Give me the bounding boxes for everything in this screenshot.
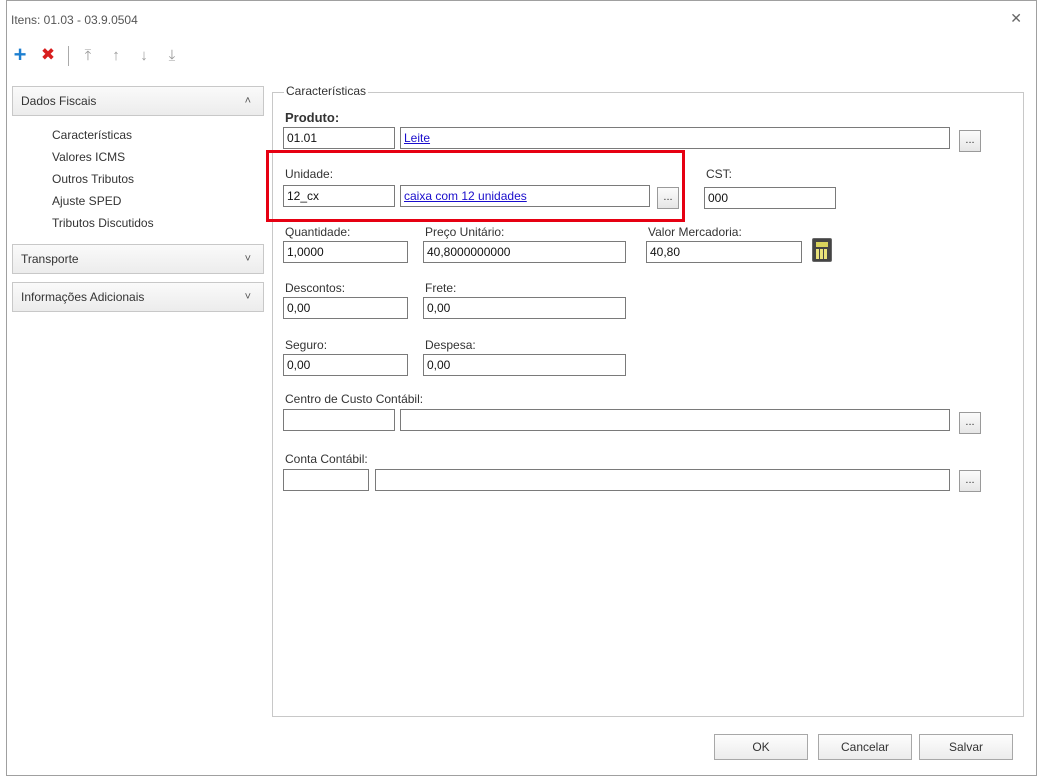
save-button[interactable]: Salvar xyxy=(919,734,1013,760)
quantidade-label: Quantidade: xyxy=(285,225,351,239)
accordion-transporte[interactable]: Transporte ˅ xyxy=(12,244,264,274)
calculator-keys xyxy=(816,249,828,259)
unidade-highlight-box xyxy=(266,150,685,222)
descontos-label: Descontos: xyxy=(285,281,346,295)
dados-fiscais-items: Características Valores ICMS Outros Trib… xyxy=(52,124,264,234)
calculator-screen xyxy=(816,242,828,247)
valor-mercadoria-label: Valor Mercadoria: xyxy=(648,225,742,239)
cst-label: CST: xyxy=(706,167,733,181)
sidebar-item-tributos-discutidos[interactable]: Tributos Discutidos xyxy=(52,212,264,234)
quantidade-input[interactable]: 1,0000 xyxy=(283,241,408,263)
sidebar-item-caracteristicas[interactable]: Características xyxy=(52,124,264,146)
move-bottom-button[interactable]: ⤓ xyxy=(162,44,182,66)
chevron-up-icon: ˄ xyxy=(244,95,251,107)
conta-contabil-code-input[interactable] xyxy=(283,469,369,491)
produto-lookup-button[interactable]: ... xyxy=(959,130,981,152)
centro-custo-label: Centro de Custo Contábil: xyxy=(285,392,424,406)
accordion-label: Dados Fiscais xyxy=(21,94,97,108)
sidebar-item-outros-tributos[interactable]: Outros Tributos xyxy=(52,168,264,190)
produto-label: Produto: xyxy=(285,110,340,125)
centro-custo-desc-input[interactable] xyxy=(400,409,950,431)
preco-unitario-input[interactable]: 40,8000000000 xyxy=(423,241,626,263)
arrow-up-icon: ↑ xyxy=(112,46,120,64)
produto-desc-link[interactable]: Leite xyxy=(400,127,950,149)
accordion-dados-fiscais[interactable]: Dados Fiscais ˄ xyxy=(12,86,264,116)
delete-button[interactable]: ✖ xyxy=(38,44,58,66)
sidebar-item-ajuste-sped[interactable]: Ajuste SPED xyxy=(52,190,264,212)
plus-icon: + xyxy=(13,42,27,67)
move-down-button[interactable]: ↓ xyxy=(134,44,154,66)
window-title: Itens: 01.03 - 03.9.0504 xyxy=(11,13,138,27)
conta-contabil-desc-input[interactable] xyxy=(375,469,950,491)
sidebar-item-valores-icms[interactable]: Valores ICMS xyxy=(52,146,264,168)
ok-button[interactable]: OK xyxy=(714,734,808,760)
seguro-label: Seguro: xyxy=(285,338,328,352)
arrow-down-icon: ↓ xyxy=(140,46,148,64)
frete-input[interactable]: 0,00 xyxy=(423,297,626,319)
despesa-label: Despesa: xyxy=(425,338,476,352)
close-icon[interactable]: ✕ xyxy=(1010,10,1022,27)
accordion-informacoes-adicionais[interactable]: Informações Adicionais ˅ xyxy=(12,282,264,312)
cancel-button[interactable]: Cancelar xyxy=(818,734,912,760)
accordion-label: Informações Adicionais xyxy=(21,290,145,304)
title-bar: Itens: 01.03 - 03.9.0504 ✕ xyxy=(7,1,1036,39)
arrow-bottom-icon: ⤓ xyxy=(168,46,176,64)
cst-input[interactable]: 000 xyxy=(704,187,836,209)
move-top-button[interactable]: ⤒ xyxy=(78,44,98,66)
add-button[interactable]: + xyxy=(10,44,30,66)
valor-mercadoria-input[interactable]: 40,80 xyxy=(646,241,802,263)
chevron-down-icon: ˅ xyxy=(244,291,251,303)
seguro-input[interactable]: 0,00 xyxy=(283,354,408,376)
conta-contabil-lookup-button[interactable]: ... xyxy=(959,470,981,492)
calculator-icon[interactable] xyxy=(812,238,832,262)
accordion-label: Transporte xyxy=(21,252,79,266)
produto-code-input[interactable]: 01.01 xyxy=(283,127,395,149)
arrow-top-icon: ⤒ xyxy=(84,46,92,64)
toolbar-separator xyxy=(68,46,69,66)
conta-contabil-label: Conta Contábil: xyxy=(285,452,368,466)
frete-label: Frete: xyxy=(425,281,457,295)
despesa-input[interactable]: 0,00 xyxy=(423,354,626,376)
groupbox-legend: Características xyxy=(284,84,369,98)
preco-unitario-label: Preço Unitário: xyxy=(425,225,505,239)
delete-x-icon: ✖ xyxy=(40,45,56,64)
descontos-input[interactable]: 0,00 xyxy=(283,297,408,319)
toolbar: + ✖ ⤒ ↑ ↓ ⤓ xyxy=(6,44,226,74)
move-up-button[interactable]: ↑ xyxy=(106,44,126,66)
centro-custo-lookup-button[interactable]: ... xyxy=(959,412,981,434)
sidebar: Dados Fiscais ˄ Características Valores … xyxy=(12,86,264,320)
centro-custo-code-input[interactable] xyxy=(283,409,395,431)
chevron-down-icon: ˅ xyxy=(244,253,251,265)
